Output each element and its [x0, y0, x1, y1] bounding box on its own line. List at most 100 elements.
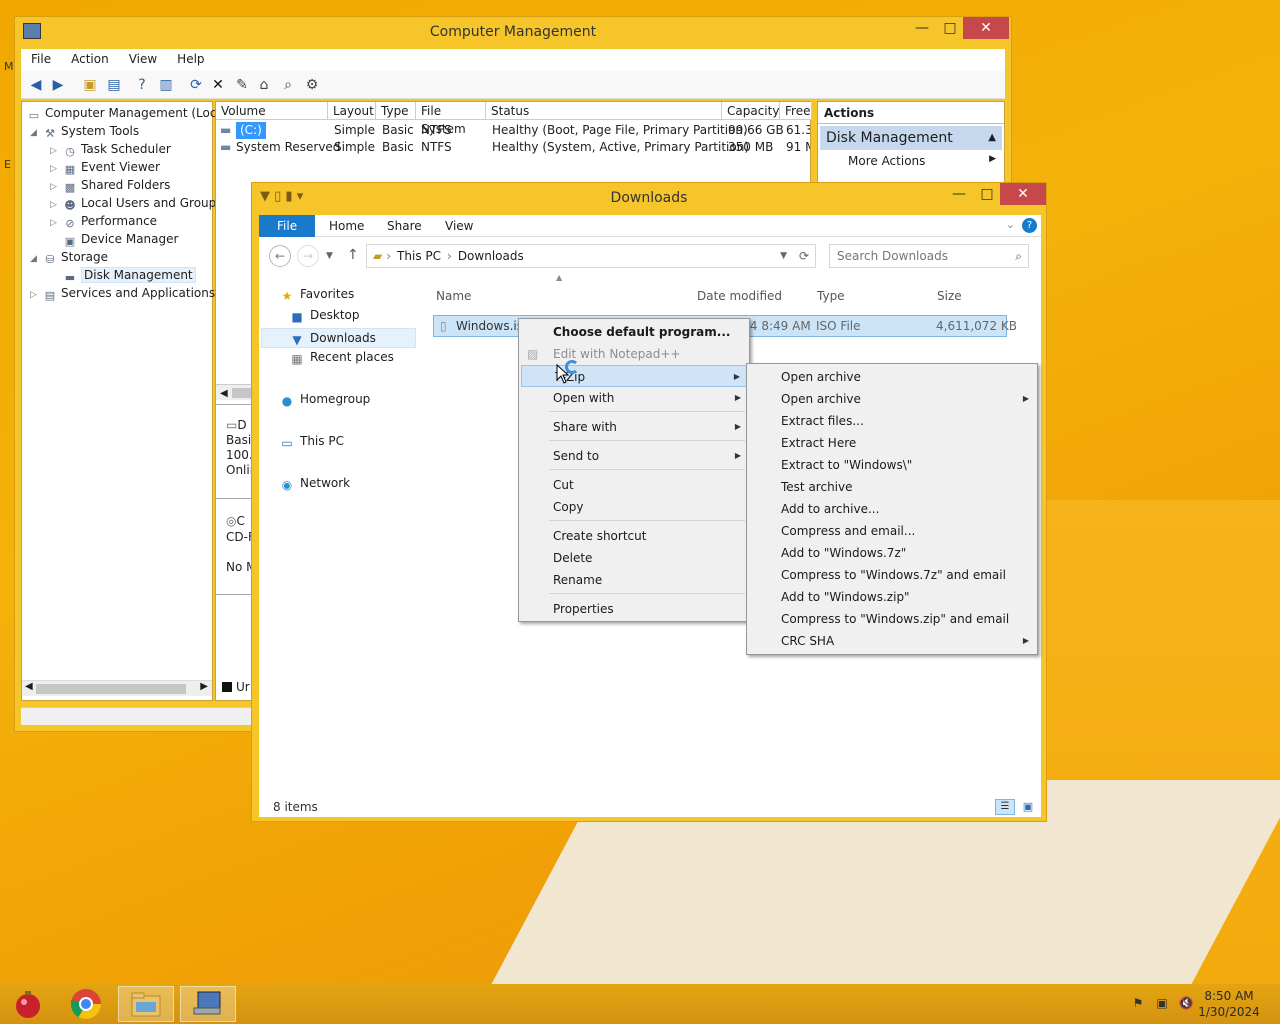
menu-item-delete[interactable]: Delete	[521, 547, 747, 569]
taskbar-chrome[interactable]	[58, 986, 114, 1022]
tree-item-computer-management[interactable]: ▭ Computer Management (Local	[26, 104, 227, 122]
back-icon[interactable]: ◀	[27, 76, 45, 94]
tree-item-system-tools[interactable]: ◢ ⚒ System Tools	[30, 122, 139, 140]
close-button[interactable]: ✕	[963, 17, 1009, 39]
menu-item-send-to[interactable]: Send to ▶	[521, 445, 747, 467]
submenu-extract-to-windows[interactable]: Extract to "Windows\"	[749, 454, 1035, 476]
tree-horizontal-scrollbar[interactable]: ◀ ▶	[22, 680, 212, 696]
submenu-compress-zip-email[interactable]: Compress to "Windows.zip" and email	[749, 608, 1035, 630]
tab-home[interactable]: Home	[317, 215, 376, 237]
taskbar-computer-management[interactable]	[180, 986, 236, 1022]
menu-item-7zip[interactable]: 7-Zip ▶	[521, 365, 747, 387]
menu-item-open-with[interactable]: Open with ▶	[521, 387, 747, 409]
tree-item-event-viewer[interactable]: ▷ ▦ Event Viewer	[50, 158, 160, 176]
maximize-button[interactable]: □	[933, 17, 967, 39]
tree-item-task-scheduler[interactable]: ▷ ◷ Task Scheduler	[50, 140, 171, 158]
tree-item-shared-folders[interactable]: ▷ ▩ Shared Folders	[50, 176, 170, 194]
col-volume[interactable]: Volume	[216, 102, 328, 120]
quick-access-toolbar[interactable]: ▼ ▯ ▮ ▾	[260, 189, 303, 204]
submenu-add-to-7z[interactable]: Add to "Windows.7z"	[749, 542, 1035, 564]
open-icon[interactable]: ⌂	[255, 76, 273, 94]
menu-item-cut[interactable]: Cut	[521, 474, 747, 496]
tree-item-services-apps[interactable]: ▷ ▤ Services and Applications	[30, 284, 215, 302]
recent-locations-icon[interactable]: ▼	[326, 251, 333, 261]
menu-help[interactable]: Help	[167, 49, 214, 71]
large-icons-view-icon[interactable]: ▣	[1019, 799, 1037, 815]
menu-file[interactable]: File	[21, 49, 61, 71]
menu-item-create-shortcut[interactable]: Create shortcut	[521, 525, 747, 547]
actions-group-disk-management[interactable]: Disk Management ▲	[820, 126, 1002, 150]
maximize-button[interactable]: □	[970, 183, 1004, 205]
col-free[interactable]: Free	[780, 102, 812, 120]
nav-downloads[interactable]: ▼ Downloads	[261, 328, 416, 348]
help-icon[interactable]: ?	[1022, 218, 1037, 233]
menu-item-properties[interactable]: Properties	[521, 598, 747, 620]
clock[interactable]: 8:50 AM 1/30/2024	[1194, 988, 1264, 1020]
submenu-add-to-archive[interactable]: Add to archive...	[749, 498, 1035, 520]
delete-icon[interactable]: ✕	[209, 76, 227, 94]
menu-action[interactable]: Action	[61, 49, 119, 71]
menu-item-rename[interactable]: Rename	[521, 569, 747, 591]
col-name[interactable]: Name	[436, 289, 471, 303]
tree-item-storage[interactable]: ◢ ⛁ Storage	[30, 248, 108, 266]
refresh-icon[interactable]: ⟳	[799, 245, 809, 267]
refresh-icon[interactable]: ⟳	[187, 76, 205, 94]
up-icon[interactable]: ↑	[347, 247, 359, 263]
properties-icon[interactable]: ✎	[233, 76, 251, 94]
menu-view[interactable]: View	[119, 49, 167, 71]
nav-homegroup[interactable]: ● Homegroup	[279, 392, 371, 408]
nav-desktop[interactable]: ■ Desktop	[289, 308, 359, 324]
submenu-test-archive[interactable]: Test archive	[749, 476, 1035, 498]
taskbar-app-ornament[interactable]	[0, 986, 56, 1022]
tab-view[interactable]: View	[433, 215, 485, 237]
details-view-icon[interactable]: ☰	[995, 799, 1015, 815]
expand-ribbon-icon[interactable]: ⌄	[1006, 218, 1015, 231]
tab-file[interactable]: File	[259, 215, 316, 237]
back-button[interactable]: ←	[269, 245, 291, 267]
search-icon[interactable]: ⌕	[279, 76, 297, 94]
breadcrumb-downloads[interactable]: Downloads	[458, 249, 524, 263]
nav-favorites[interactable]: ★ Favorites	[279, 287, 355, 303]
list-horizontal-scrollbar[interactable]: ◀	[216, 384, 256, 400]
up-folder-icon[interactable]: ▣	[81, 76, 99, 94]
settings-icon[interactable]: ⚙	[303, 76, 321, 94]
help-icon[interactable]: ?	[133, 76, 151, 94]
forward-icon[interactable]: ▶	[49, 76, 67, 94]
action-center-flag-icon[interactable]: ⚑	[1130, 996, 1146, 1012]
col-type[interactable]: Type	[817, 289, 845, 303]
menu-item-choose-default-program[interactable]: Choose default program...	[521, 321, 747, 343]
submenu-extract-here[interactable]: Extract Here	[749, 432, 1035, 454]
taskbar-file-explorer[interactable]	[118, 986, 174, 1022]
submenu-compress-and-email[interactable]: Compress and email...	[749, 520, 1035, 542]
nav-recent-places[interactable]: ▦ Recent places	[289, 350, 394, 366]
tree-item-device-manager[interactable]: ▣ Device Manager	[50, 230, 179, 248]
submenu-add-to-zip[interactable]: Add to "Windows.zip"	[749, 586, 1035, 608]
nav-network[interactable]: ◉ Network	[279, 476, 350, 492]
volume-muted-icon[interactable]: 🔇	[1178, 996, 1194, 1012]
col-capacity[interactable]: Capacity	[722, 102, 780, 120]
submenu-open-archive-type[interactable]: Open archive ▶	[749, 388, 1035, 410]
col-date-modified[interactable]: Date modified	[697, 289, 782, 303]
tab-share[interactable]: Share	[375, 215, 434, 237]
col-status[interactable]: Status	[486, 102, 722, 120]
more-actions[interactable]: More Actions	[848, 154, 925, 168]
menu-item-edit-with-notepad[interactable]: ▨ Edit with Notepad++	[521, 343, 747, 365]
action-pane-icon[interactable]: ▥	[157, 76, 175, 94]
tree-item-local-users[interactable]: ▷ ☻ Local Users and Groups	[50, 194, 223, 212]
col-size[interactable]: Size	[937, 289, 962, 303]
submenu-extract-files[interactable]: Extract files...	[749, 410, 1035, 432]
tree-item-performance[interactable]: ▷ ⊘ Performance	[50, 212, 157, 230]
tree-item-disk-management[interactable]: ▬ Disk Management	[62, 266, 196, 284]
submenu-compress-7z-email[interactable]: Compress to "Windows.7z" and email	[749, 564, 1035, 586]
menu-item-share-with[interactable]: Share with ▶	[521, 416, 747, 438]
network-icon[interactable]: ▣	[1154, 996, 1170, 1012]
nav-this-pc[interactable]: ▭ This PC	[279, 434, 344, 450]
col-type[interactable]: Type	[376, 102, 416, 120]
show-hide-tree-icon[interactable]: ▤	[105, 76, 123, 94]
col-layout[interactable]: Layout	[328, 102, 376, 120]
submenu-open-archive[interactable]: Open archive	[749, 366, 1035, 388]
close-button[interactable]: ✕	[1000, 183, 1046, 205]
address-dropdown-icon[interactable]: ▼	[780, 245, 787, 267]
search-input[interactable]: Search Downloads ⌕	[829, 244, 1029, 268]
breadcrumb-this-pc[interactable]: This PC	[397, 249, 441, 263]
